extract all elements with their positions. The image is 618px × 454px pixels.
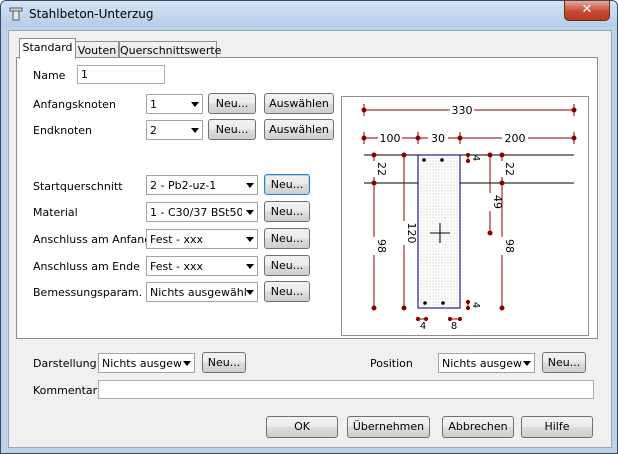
position-value: Nichts ausgewä (442, 357, 522, 370)
dim-flange-right-text: 22 (503, 162, 516, 176)
anfangsknoten-label: Anfangsknoten (33, 98, 116, 111)
bemessung-label: Bemessungsparam. (33, 286, 143, 299)
dim-top-cover-text: 4 (470, 155, 481, 161)
endknoten-value: 2 (150, 124, 157, 137)
startquerschnitt-value: 2 - Pb2-uz-1 (150, 179, 217, 192)
bemessung-value: Nichts ausgewählt (150, 286, 246, 299)
dim-right-text: 200 (505, 132, 526, 145)
bemessung-neu-button[interactable]: Neu... (264, 281, 310, 302)
cross-section-drawing: 330 100 30 200 22 98 120 4 49 22 98 4 4 … (361, 103, 577, 332)
material-value: 1 - C30/37 BSt500 (150, 206, 242, 219)
startquerschnitt-label: Startquerschnitt (33, 180, 123, 193)
anschluss-anfang-value: Fest - xxx (150, 233, 204, 246)
dim-flange-left-text: 22 (375, 162, 388, 176)
name-input[interactable]: 1 (77, 65, 165, 84)
anschluss-ende-neu-button[interactable]: Neu... (264, 255, 310, 276)
darstellung-select[interactable]: Nichts ausgewä (98, 353, 195, 373)
dim-mid-right-text: 49 (491, 195, 504, 209)
chevron-down-icon (191, 128, 199, 133)
chevron-down-icon (246, 290, 254, 295)
beam-app-icon (9, 7, 23, 21)
endknoten-select[interactable]: 2 (146, 120, 203, 140)
anschluss-anfang-select[interactable]: Fest - xxx (146, 229, 258, 249)
hilfe-button[interactable]: Hilfe (521, 416, 593, 438)
startquerschnitt-neu-button[interactable]: Neu... (264, 174, 310, 195)
chevron-down-icon (523, 361, 531, 366)
position-select[interactable]: Nichts ausgewä (438, 353, 535, 373)
chevron-down-icon (246, 264, 254, 269)
chevron-down-icon (246, 183, 254, 188)
material-select[interactable]: 1 - C30/37 BSt500 (146, 202, 258, 222)
position-label: Position (370, 357, 413, 370)
anschluss-anfang-neu-button[interactable]: Neu... (264, 228, 310, 249)
kommentar-input[interactable] (98, 380, 594, 399)
close-icon: ✕ (581, 2, 593, 17)
kommentar-label: Kommentar (33, 384, 98, 397)
anschluss-ende-select[interactable]: Fest - xxx (146, 256, 258, 276)
startquerschnitt-select[interactable]: 2 - Pb2-uz-1 (146, 175, 258, 195)
anfangsknoten-neu-button[interactable]: Neu... (208, 93, 256, 114)
dim-bottom-cover-text: 4 (470, 302, 481, 308)
darstellung-label: Darstellung (33, 357, 97, 370)
anfangsknoten-value: 1 (150, 98, 157, 111)
chevron-down-icon (183, 361, 191, 366)
cross-section-preview: 330 100 30 200 22 98 120 4 49 22 98 4 4 … (341, 96, 589, 336)
uebernehmen-button[interactable]: Übernehmen (347, 416, 430, 438)
chevron-down-icon (191, 102, 199, 107)
web-section (417, 154, 461, 309)
dim-left-lower-text: 98 (375, 239, 388, 253)
anfangsknoten-auswaehlen-button[interactable]: Auswählen (264, 93, 334, 114)
anschluss-anfang-label: Anschluss am Anfang (33, 233, 152, 246)
name-label: Name (33, 69, 66, 82)
material-label: Material (33, 206, 78, 219)
anfangsknoten-select[interactable]: 1 (146, 94, 203, 114)
ok-button[interactable]: OK (266, 416, 338, 438)
dim-total-text: 330 (452, 104, 473, 117)
anschluss-ende-value: Fest - xxx (150, 260, 204, 273)
dim-right-lower-text: 98 (503, 239, 516, 253)
dim-height-text: 120 (405, 223, 418, 244)
abbrechen-button[interactable]: Abbrechen (442, 416, 514, 438)
close-button[interactable]: ✕ (564, 1, 610, 21)
endknoten-label: Endknoten (33, 124, 93, 137)
darstellung-value: Nichts ausgewä (102, 357, 182, 370)
dim-bottom-left-text: 4 (420, 321, 426, 332)
dim-left-text: 100 (380, 132, 401, 145)
endknoten-neu-button[interactable]: Neu... (208, 119, 256, 140)
dialog-window: Stahlbeton-Unterzug ✕ Standard Vouten Qu… (0, 0, 618, 454)
endknoten-auswaehlen-button[interactable]: Auswählen (264, 119, 334, 140)
dim-bottom-right-text: 8 (451, 321, 457, 332)
chevron-down-icon (246, 237, 254, 242)
position-neu-button[interactable]: Neu... (542, 352, 586, 373)
title-bar[interactable]: Stahlbeton-Unterzug ✕ (1, 1, 617, 27)
material-neu-button[interactable]: Neu... (264, 201, 310, 222)
chevron-down-icon (246, 210, 254, 215)
dim-web-text: 30 (431, 132, 445, 145)
darstellung-neu-button[interactable]: Neu... (202, 352, 246, 373)
anschluss-ende-label: Anschluss am Ende (33, 260, 140, 273)
bemessung-select[interactable]: Nichts ausgewählt (146, 282, 258, 302)
tab-standard[interactable]: Standard (19, 38, 76, 59)
window-title: Stahlbeton-Unterzug (29, 7, 154, 21)
